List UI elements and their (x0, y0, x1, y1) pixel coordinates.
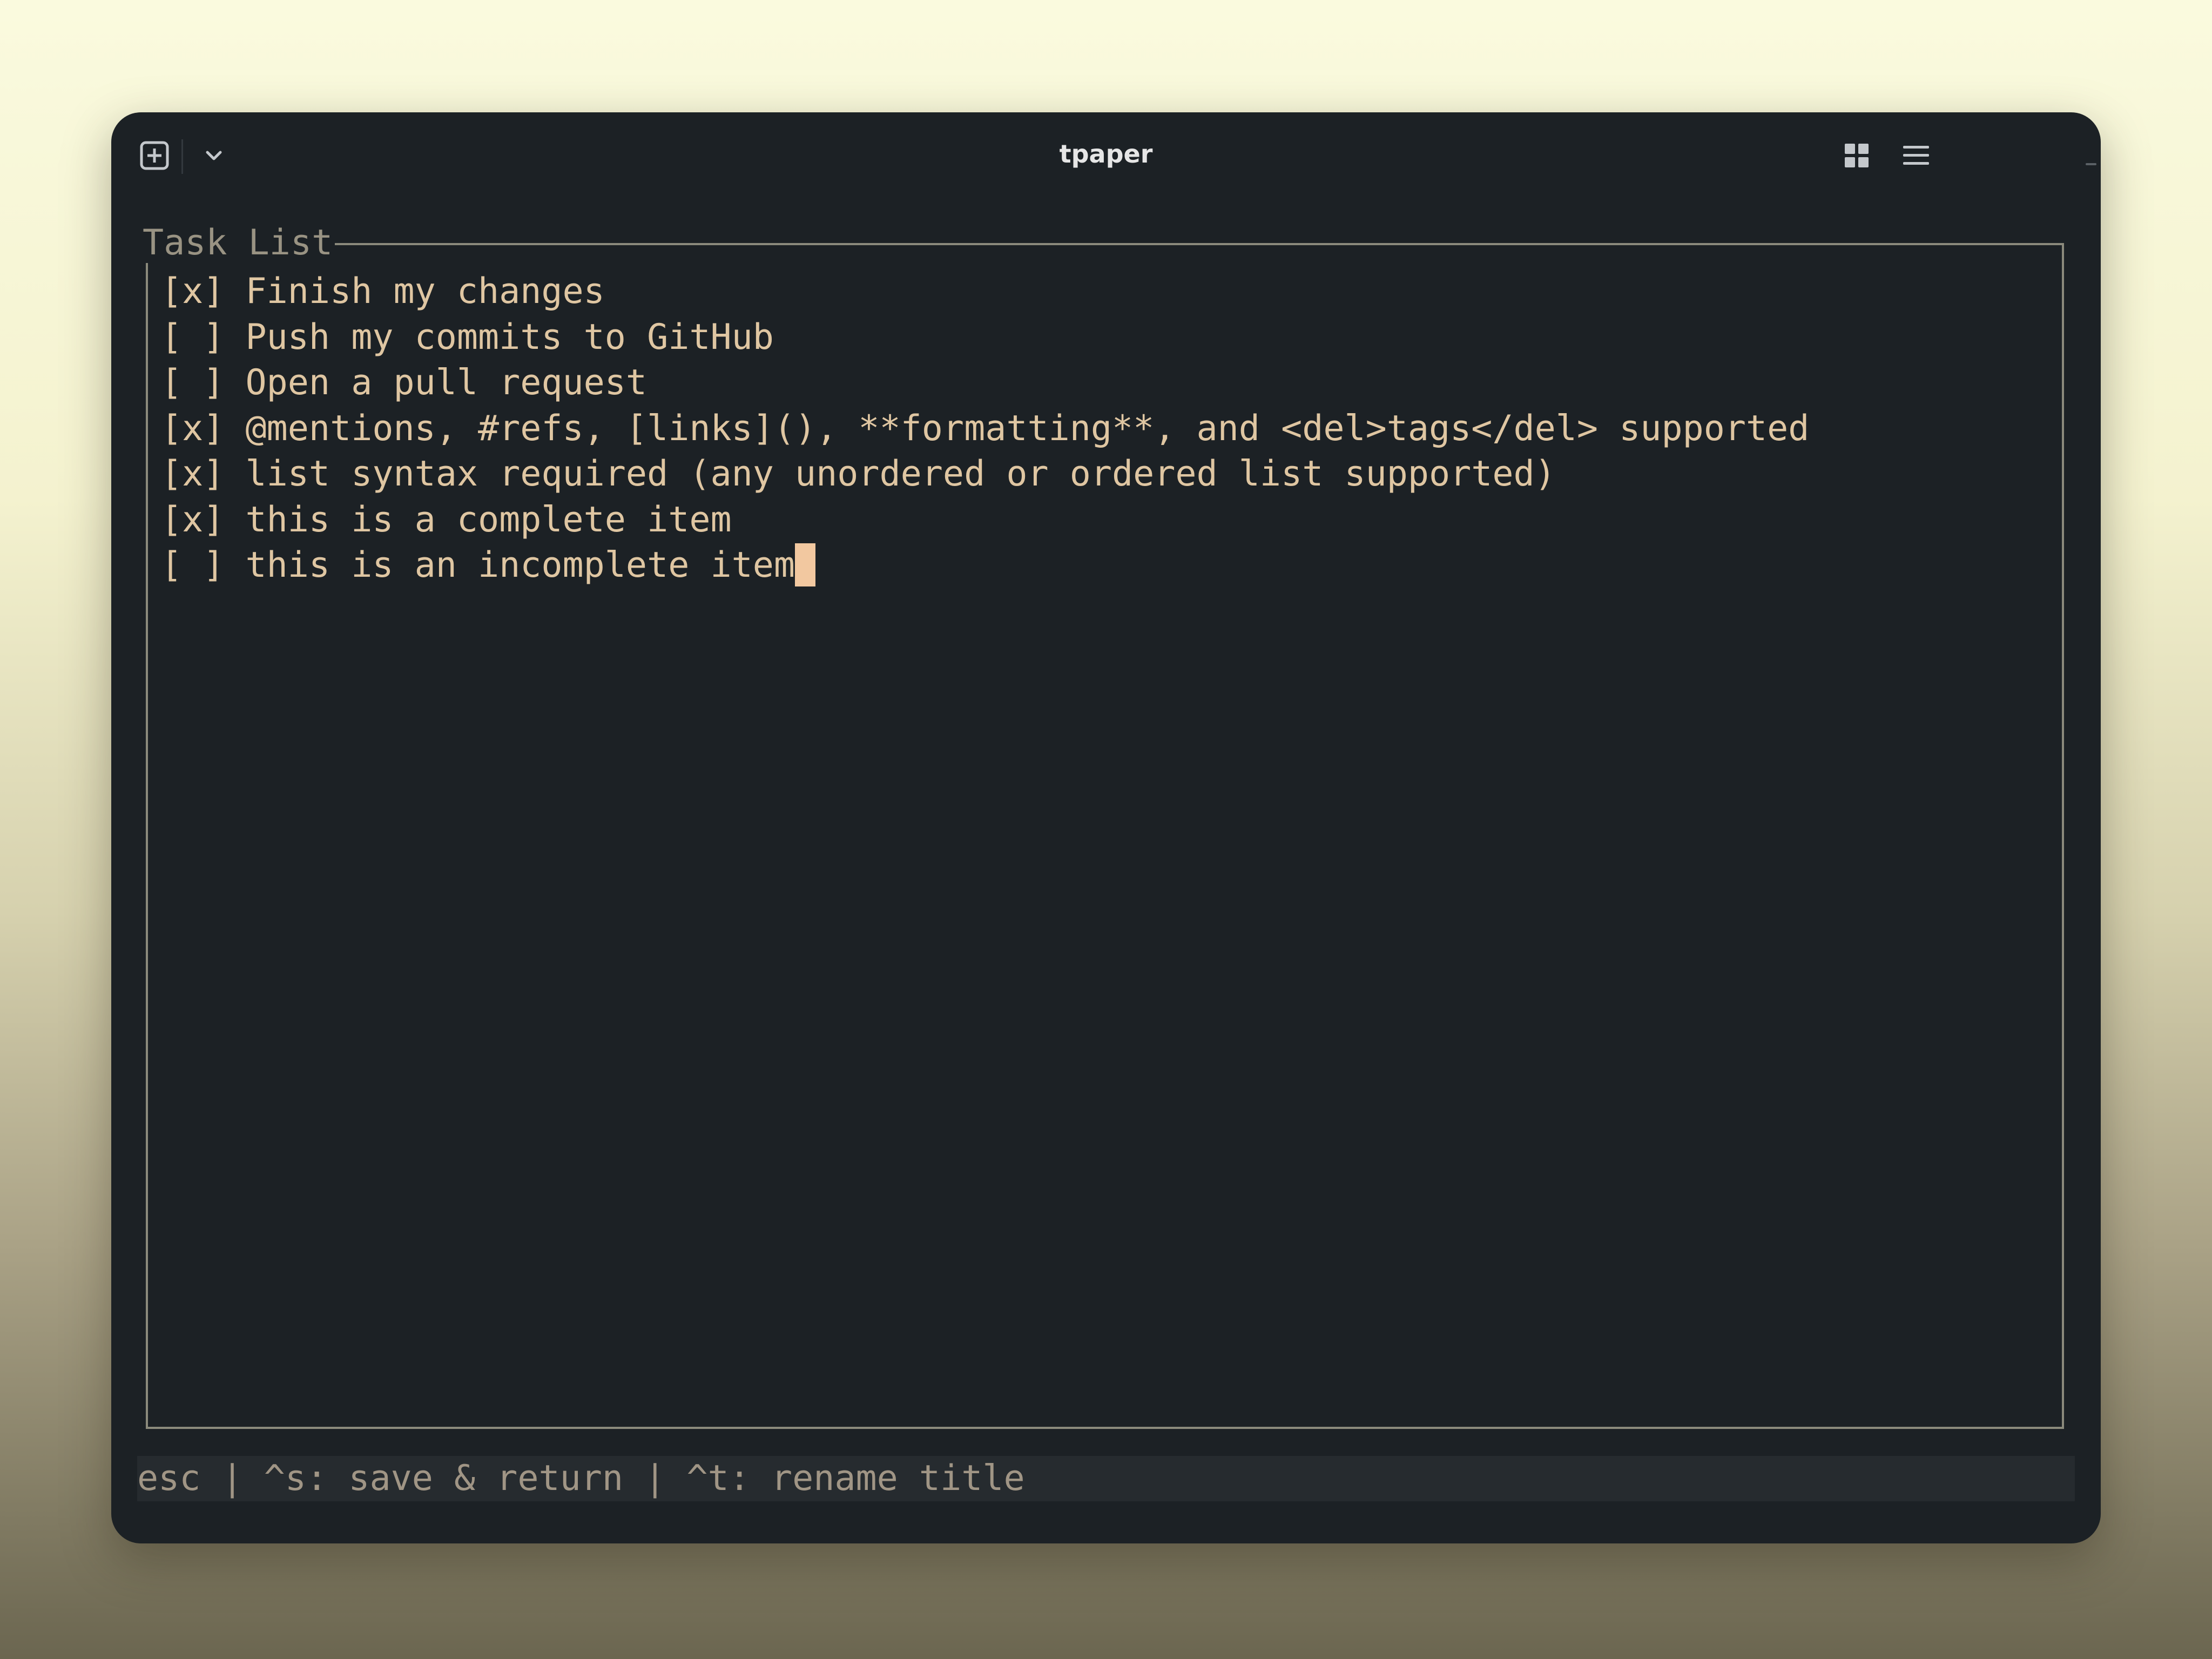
task-item-text: [ ] this is an incomplete item (161, 545, 795, 585)
task-item[interactable]: [x] list syntax required (any unordered … (161, 451, 1809, 497)
title-bar: tpaper (111, 112, 2101, 193)
task-item-current[interactable]: [ ] this is an incomplete item (161, 543, 1809, 589)
task-item[interactable]: [x] @mentions, #refs, [links](), **forma… (161, 406, 1809, 452)
task-item[interactable]: [ ] Push my commits to GitHub (161, 315, 1809, 361)
task-list-editor[interactable]: [x] Finish my changes [ ] Push my commit… (161, 269, 1809, 589)
minimize-icon (2086, 163, 2096, 165)
hamburger-menu-icon (1903, 146, 1929, 165)
main-menu-button[interactable] (1897, 136, 1936, 175)
task-item[interactable]: [x] Finish my changes (161, 269, 1809, 315)
text-cursor (795, 543, 815, 586)
task-item[interactable]: [ ] Open a pull request (161, 360, 1809, 406)
task-item[interactable]: [x] this is a complete item (161, 497, 1809, 543)
terminal-window: tpaper Task List [x] Finish my changes [… (111, 112, 2101, 1543)
status-bar: esc | ^s: save & return | ^t: rename tit… (137, 1456, 2075, 1501)
task-list-title: Task List (140, 223, 335, 263)
grid-icon (1845, 144, 1869, 167)
window-title: tpaper (1059, 139, 1153, 168)
minimize-button[interactable] (2075, 143, 2101, 175)
grid-view-button[interactable] (1837, 136, 1876, 175)
